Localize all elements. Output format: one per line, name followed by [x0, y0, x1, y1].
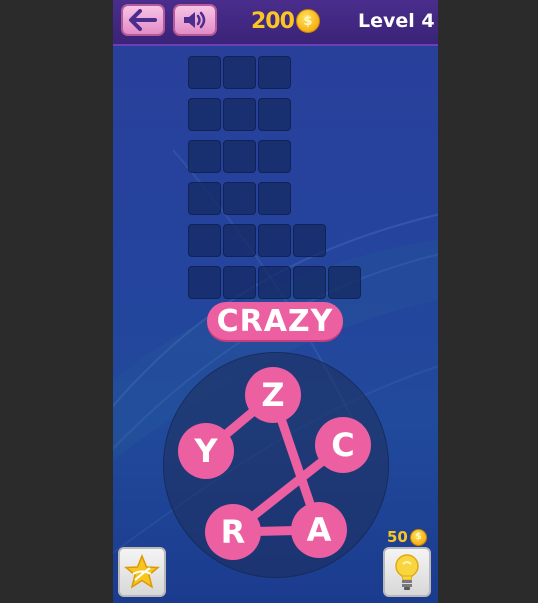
swipe-path [201, 390, 348, 537]
letter-z[interactable]: Z [245, 367, 301, 423]
lightbulb-icon [395, 554, 419, 590]
letter-y[interactable]: Y [178, 423, 234, 479]
hint-button[interactable] [383, 547, 431, 597]
game-screen: 200 $ Level 4 CRAZY Z C A R Y 50 $ [113, 0, 438, 603]
letter-a[interactable]: A [291, 502, 347, 558]
hint-cost: 50 $ [387, 528, 427, 546]
coin-icon: $ [409, 528, 427, 546]
hint-cost-value: 50 [387, 528, 408, 546]
star-shuffle-icon [124, 554, 160, 589]
letter-c[interactable]: C [315, 417, 371, 473]
letter-r[interactable]: R [205, 504, 261, 560]
shuffle-button[interactable] [118, 547, 166, 597]
